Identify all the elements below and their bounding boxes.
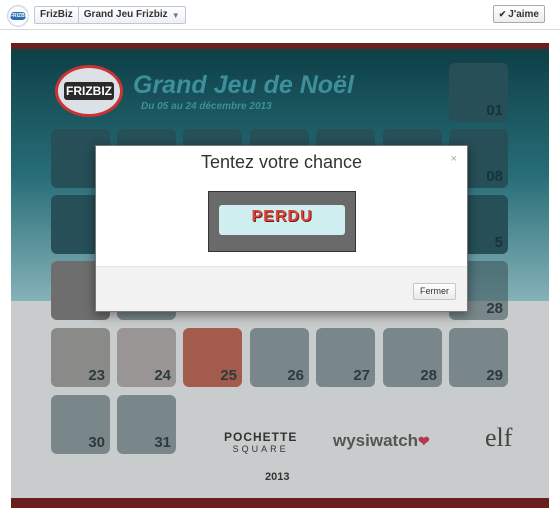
calendar-tile-01[interactable]: 01 — [449, 63, 508, 122]
calendar-tile-31[interactable]: 31 — [117, 395, 176, 454]
frizbiz-logo: FRIZBIZ — [55, 65, 123, 117]
calendar-tile-25[interactable]: 25 — [183, 328, 242, 387]
result-text: PERDU — [251, 208, 313, 225]
close-icon[interactable]: × — [451, 153, 457, 165]
chevron-down-icon[interactable]: ▼ — [172, 11, 185, 20]
dialog-footer: Fermer — [96, 266, 467, 311]
calendar-tile-28[interactable]: 28 — [383, 328, 442, 387]
sponsor-wysiwatch: wysiwatch❤ — [333, 431, 430, 450]
calendar-tile-24[interactable]: 24 — [117, 328, 176, 387]
calendar-tile-23[interactable]: 23 — [51, 328, 110, 387]
like-button[interactable]: ✔ J'aime — [492, 5, 545, 23]
footer-year: 2013 — [265, 471, 290, 483]
close-button[interactable]: Fermer — [413, 283, 456, 300]
checkmark-icon: ✔ — [498, 9, 507, 19]
page-logo-icon[interactable]: FRIZBIZ — [7, 5, 29, 27]
game-title: Grand Jeu de Noël — [133, 71, 354, 99]
calendar-tile-27[interactable]: 27 — [316, 328, 375, 387]
sponsor-pochette-square: POCHETTE SQUARE — [224, 430, 298, 454]
facebook-app-bar: FRIZBIZ FrizBiz Grand Jeu Frizbiz ▼ ✔ J'a… — [0, 0, 560, 30]
game-dates: Du 05 au 24 décembre 2013 — [141, 101, 272, 112]
breadcrumb-page[interactable]: FrizBiz — [35, 7, 79, 23]
dialog-title: Tentez votre chance — [200, 152, 363, 172]
breadcrumb-app[interactable]: Grand Jeu Frizbiz — [79, 7, 172, 23]
sponsor-elf: elf — [485, 423, 513, 452]
heart-icon: ❤ — [418, 433, 430, 449]
app-breadcrumb[interactable]: FrizBiz Grand Jeu Frizbiz ▼ — [34, 6, 186, 24]
bottom-border — [11, 498, 549, 508]
calendar-tile-30[interactable]: 30 — [51, 395, 110, 454]
result-image: PERDU — [208, 191, 356, 252]
calendar-tile-26[interactable]: 26 — [250, 328, 309, 387]
calendar-tile-29[interactable]: 29 — [449, 328, 508, 387]
result-dialog: Tentez votre chance × PERDU Fermer — [95, 145, 468, 312]
